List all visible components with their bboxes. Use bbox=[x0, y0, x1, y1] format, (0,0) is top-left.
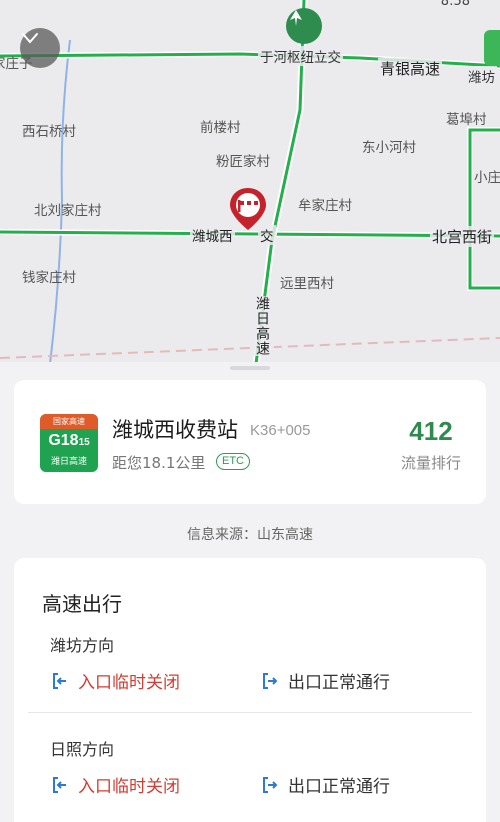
entrance-icon bbox=[53, 776, 66, 793]
shield-top-label: 国家高速 bbox=[40, 414, 98, 429]
shield-name: 潍日高速 bbox=[50, 457, 87, 467]
exit-icon bbox=[263, 672, 278, 689]
toll-gate-pin-icon[interactable] bbox=[226, 186, 270, 232]
drag-handle[interactable] bbox=[230, 366, 270, 370]
map-label: 粉匠家村 bbox=[216, 154, 270, 170]
map-label: 东小河村 bbox=[362, 140, 416, 156]
entrance-status-text: 入口临时关闭 bbox=[78, 673, 180, 693]
map-label: 葛埠村 bbox=[446, 112, 487, 128]
exit-status-text: 出口正常通行 bbox=[288, 673, 390, 693]
map-view[interactable]: 于河枢纽立交 青银高速 潍坊 家庄子 葛埠村 西石桥村 前楼村 东小河村 粉匠家… bbox=[0, 0, 500, 364]
shield-code-sub: 15 bbox=[78, 437, 90, 448]
bottom-sheet: 国家高速 G1815 潍日高速 潍城西收费站 K36+005 距您18.1公里 … bbox=[0, 362, 500, 822]
map-label: 于河枢纽立交 bbox=[258, 46, 343, 66]
entrance-status-text: 入口临时关闭 bbox=[78, 777, 180, 797]
divider bbox=[28, 712, 472, 713]
shield-code: G1815 bbox=[40, 429, 98, 455]
exit-icon bbox=[263, 776, 278, 793]
etc-badge: ETC bbox=[216, 453, 250, 470]
traffic-rank-label[interactable]: 流量排行 bbox=[386, 452, 476, 473]
entrance-status[interactable]: 入口临时关闭 bbox=[50, 772, 180, 797]
map-badge-icon bbox=[484, 30, 500, 66]
map-label: 潍坊 bbox=[466, 66, 497, 86]
highway-shield-icon: 国家高速 G1815 潍日高速 bbox=[40, 414, 98, 472]
status-bar: 8:58 bbox=[0, 0, 500, 10]
map-label: 前楼村 bbox=[200, 120, 241, 136]
highway-travel-card: 高速出行 潍坊方向 入口临时关闭 出口正常通行 日照方向 入口临时关闭 出口正常… bbox=[14, 558, 486, 822]
shield-code-main: G18 bbox=[48, 432, 79, 449]
entrance-status[interactable]: 入口临时关闭 bbox=[50, 668, 180, 693]
station-name: 潍城西收费站 bbox=[112, 418, 238, 442]
station-km: K36+005 bbox=[250, 422, 311, 439]
map-label: 远里西村 bbox=[280, 276, 334, 292]
exit-status-text: 出口正常通行 bbox=[288, 777, 390, 797]
traffic-rank-value[interactable]: 412 bbox=[386, 416, 476, 447]
close-button[interactable] bbox=[20, 28, 60, 68]
exit-status[interactable]: 出口正常通行 bbox=[260, 772, 390, 797]
map-label: 西石桥村 bbox=[22, 124, 76, 140]
exit-status[interactable]: 出口正常通行 bbox=[260, 668, 390, 693]
map-label: 北宫西街 bbox=[430, 226, 495, 247]
station-distance: 距您18.1公里 bbox=[112, 454, 206, 472]
station-card[interactable]: 国家高速 G1815 潍日高速 潍城西收费站 K36+005 距您18.1公里 … bbox=[14, 380, 486, 504]
status-time: 8:58 bbox=[440, 0, 470, 9]
direction-title: 日照方向 bbox=[50, 740, 115, 759]
map-label: 牟家庄村 bbox=[298, 198, 352, 214]
navigation-icon bbox=[286, 8, 322, 44]
direction-title: 潍坊方向 bbox=[50, 636, 115, 655]
map-label: 北刘家庄村 bbox=[34, 203, 102, 219]
map-label: 青银高速 bbox=[378, 58, 443, 79]
map-label: 潍日高速 bbox=[250, 296, 274, 356]
map-label: 小庄 bbox=[474, 170, 500, 186]
info-source: 信息来源：山东高速 bbox=[187, 527, 313, 543]
map-label: 钱家庄村 bbox=[22, 270, 76, 286]
travel-title: 高速出行 bbox=[42, 592, 122, 616]
entrance-icon bbox=[53, 672, 66, 689]
chevron-down-icon bbox=[22, 33, 38, 44]
